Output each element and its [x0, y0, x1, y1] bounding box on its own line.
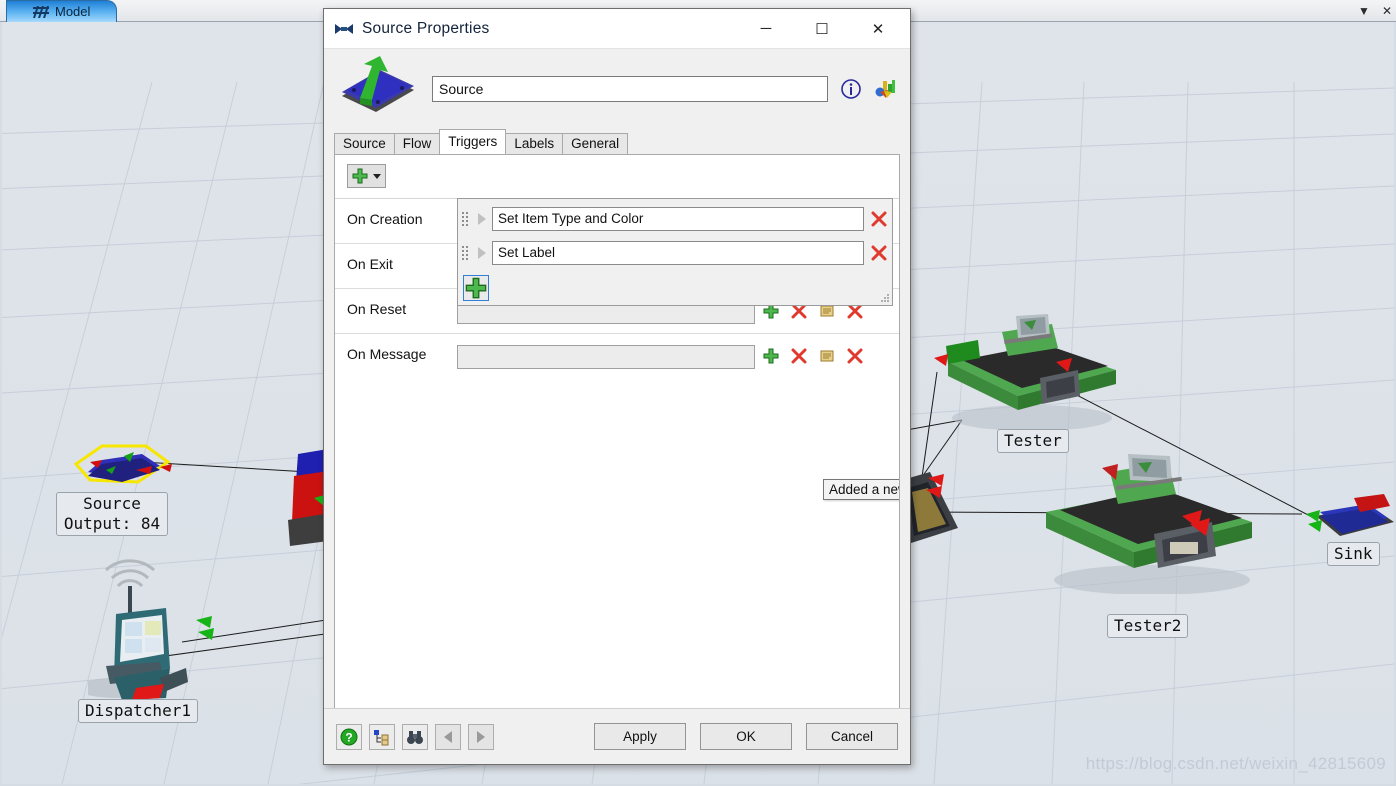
flexsim-logo-icon	[334, 22, 354, 36]
resize-grip-icon[interactable]	[880, 293, 890, 303]
tab-source[interactable]: Source	[334, 133, 395, 154]
model-object-dark-platform[interactable]	[902, 462, 972, 562]
tooltip-added-operation: Added a new operation to the trigger	[823, 479, 899, 500]
trigger-label-on-creation: On Creation	[347, 211, 423, 227]
add-operation-button[interactable]	[463, 275, 489, 301]
add-trigger-toolbar	[347, 164, 386, 188]
source-object-icon	[336, 56, 420, 122]
remove-red-x-icon[interactable]	[870, 210, 888, 228]
back-button[interactable]	[435, 723, 461, 750]
close-icon[interactable]: ✕	[1382, 5, 1392, 17]
add-trigger-button[interactable]	[347, 164, 386, 188]
tree-view-icon	[374, 729, 389, 745]
trigger-label-on-reset: On Reset	[347, 301, 407, 317]
label-tester: Tester	[997, 429, 1069, 453]
object-name-input[interactable]	[432, 76, 828, 102]
tab-labels[interactable]: Labels	[505, 133, 564, 154]
tabstrip-window-controls: ▼ ✕	[1358, 2, 1392, 20]
trigger-row-on-message: On Message	[335, 334, 899, 379]
help-button[interactable]: ?	[336, 723, 362, 750]
svg-text:?: ?	[345, 730, 352, 744]
dialog-titlebar[interactable]: Source Properties ─ ☐ ✕	[324, 9, 910, 49]
chevron-down-icon	[373, 173, 381, 179]
tab-model-label: Model	[55, 4, 91, 19]
trigger-label-on-exit: On Exit	[347, 256, 393, 272]
expand-arrow-icon[interactable]	[478, 247, 486, 259]
help-green-question-icon: ?	[340, 728, 358, 745]
dialog-footer: ? Apply OK Cancel	[324, 708, 910, 764]
remove-red-x-icon[interactable]	[870, 244, 888, 262]
clear-red-x-icon[interactable]	[847, 348, 865, 366]
plus-green-icon[interactable]	[763, 348, 781, 366]
label-dispatcher1: Dispatcher1	[78, 699, 198, 723]
drag-handle-icon[interactable]	[462, 211, 472, 227]
application-window: Model ▼ ✕ Source Output: 84 Dispatcher1 …	[0, 0, 1396, 786]
forward-button[interactable]	[468, 723, 494, 750]
model-object-source[interactable]	[72, 440, 172, 488]
plus-green-icon	[352, 168, 368, 184]
operation-name-1[interactable]: Set Item Type and Color	[492, 207, 864, 231]
label-source: Source Output: 84	[56, 492, 168, 536]
find-button[interactable]	[402, 723, 428, 750]
expand-arrow-icon[interactable]	[478, 213, 486, 225]
dialog-header	[324, 49, 910, 129]
watermark-text: https://blog.csdn.net/weixin_42815609	[1085, 754, 1386, 773]
chevron-down-icon[interactable]: ▼	[1358, 5, 1370, 17]
binoculars-find-icon	[407, 730, 423, 744]
trigger-icons-on-message	[763, 348, 865, 366]
panel-top-divider	[335, 154, 899, 155]
apply-button[interactable]: Apply	[594, 723, 686, 750]
label-sink: Sink	[1327, 542, 1380, 566]
model-object-tester[interactable]	[932, 314, 1132, 434]
triggers-tab-panel: On Creation On Exit On Reset On Message …	[334, 154, 900, 718]
trigger-field-on-message[interactable]	[457, 345, 755, 369]
label-tester2: Tester2	[1107, 614, 1189, 638]
statistics-icon[interactable]	[874, 78, 896, 100]
tab-model[interactable]: Model	[6, 0, 118, 22]
arrow-left-icon	[444, 730, 452, 743]
model-object-tester2[interactable]	[1032, 454, 1267, 594]
arrow-right-icon	[477, 730, 485, 743]
dialog-window-buttons: ─ ☐ ✕	[738, 9, 906, 48]
trigger-label-on-message: On Message	[347, 346, 427, 362]
ok-button[interactable]: OK	[700, 723, 792, 750]
drag-handle-icon[interactable]	[462, 245, 472, 261]
code-scroll-icon[interactable]	[819, 348, 837, 366]
minimize-button[interactable]: ─	[738, 9, 794, 48]
info-icon[interactable]	[840, 78, 862, 100]
maximize-button[interactable]: ☐	[794, 9, 850, 48]
dialog-title: Source Properties	[362, 19, 490, 37]
operation-row-1: Set Item Type and Color	[462, 205, 888, 233]
cancel-button[interactable]: Cancel	[806, 723, 898, 750]
operation-row-2: Set Label	[462, 239, 888, 267]
tab-flow[interactable]: Flow	[393, 133, 441, 154]
tab-general[interactable]: General	[562, 133, 629, 154]
dialog-tabs: Source Flow Triggers Labels General	[334, 129, 910, 154]
model-object-dispatcher1[interactable]	[88, 550, 218, 700]
operation-name-2[interactable]: Set Label	[492, 241, 864, 265]
close-button[interactable]: ✕	[850, 9, 906, 48]
tab-triggers[interactable]: Triggers	[439, 129, 507, 154]
trigger-operations-popup: Set Item Type and Color Set Label	[457, 198, 893, 306]
source-properties-dialog: Source Properties ─ ☐ ✕ Source Source Fl…	[323, 8, 911, 765]
tree-view-button[interactable]	[369, 723, 395, 750]
grid-icon	[33, 5, 49, 18]
delete-red-x-icon[interactable]	[791, 348, 809, 366]
